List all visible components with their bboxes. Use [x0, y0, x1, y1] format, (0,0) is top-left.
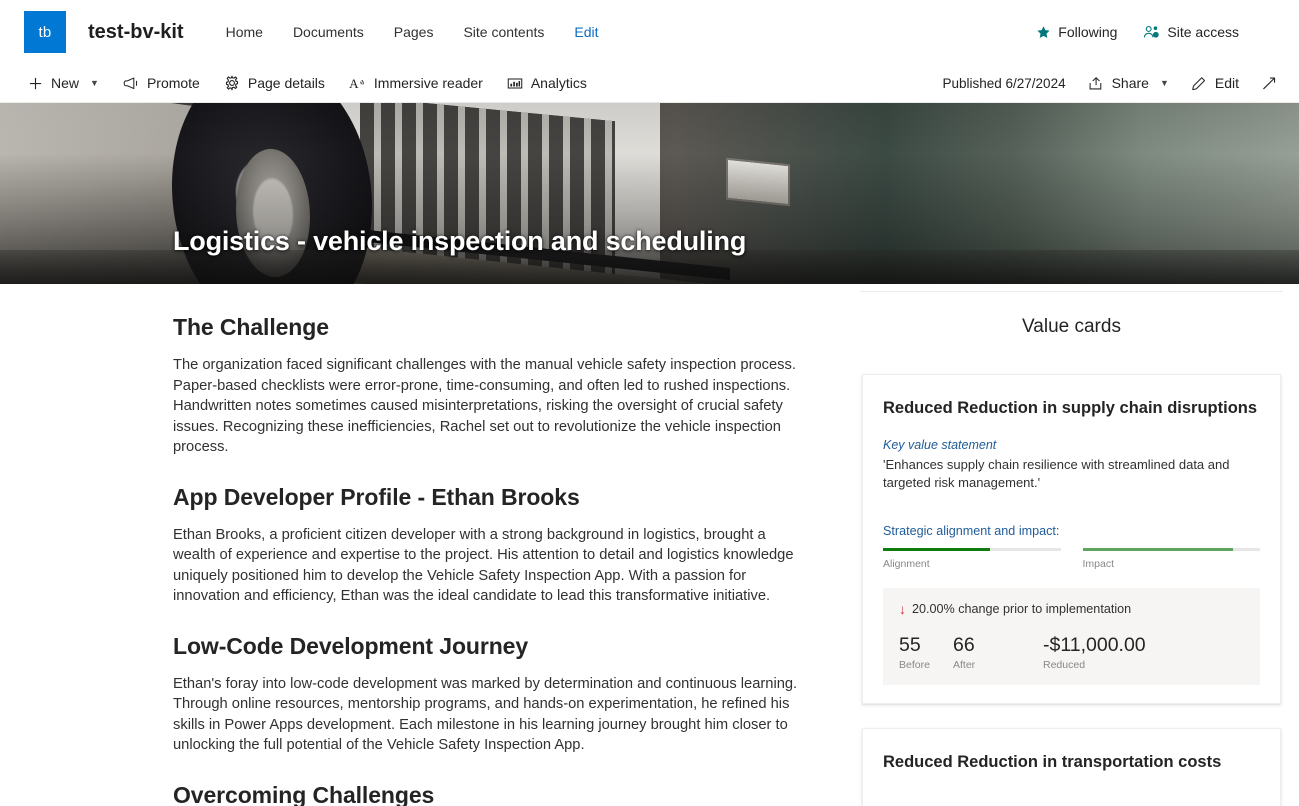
change-text: 20.00% change prior to implementation	[912, 602, 1132, 616]
metric-reduced-label: Reduced	[1043, 659, 1086, 671]
section-overcoming-challenges: Overcoming Challenges	[173, 782, 800, 806]
promote-label: Promote	[146, 75, 200, 91]
nav-item-pages[interactable]: Pages	[394, 24, 434, 40]
value-card[interactable]: Reduced Reduction in transportation cost…	[862, 728, 1281, 806]
section-body: Ethan's foray into low-code development …	[173, 675, 798, 754]
value-cards-webpart: Value cards Reduced Reduction in supply …	[860, 291, 1283, 806]
share-button[interactable]: Share ▼	[1088, 75, 1169, 91]
nav-item-documents[interactable]: Documents	[293, 24, 364, 40]
metric-reduced: -$11,000.00 Reduced	[1043, 634, 1246, 671]
section-heading: The Challenge	[173, 314, 329, 340]
site-access-button[interactable]: Site access	[1143, 24, 1239, 40]
plus-icon	[28, 76, 43, 91]
metric-after-label: After	[953, 659, 976, 671]
analytics-label: Analytics	[530, 75, 587, 91]
impact-bar-caption: Impact	[1082, 558, 1115, 570]
section-heading: App Developer Profile - Ethan Brooks	[173, 483, 580, 510]
command-bar-right: Published 6/27/2024 Share ▼ Edit	[942, 75, 1283, 91]
chevron-down-icon[interactable]: ▼	[90, 78, 99, 88]
immersive-reader-button[interactable]: A Immersive reader	[349, 75, 483, 91]
impact-bar-group: Impact	[1082, 548, 1260, 570]
nav-item-site-contents[interactable]: Site contents	[463, 24, 544, 40]
site-header: tb test-bv-kit Home Documents Pages Site…	[0, 0, 1299, 64]
metric-reduced-value: -$11,000.00	[1043, 634, 1146, 656]
following-button[interactable]: Following	[1036, 24, 1117, 40]
alignment-bar-track	[883, 548, 1061, 551]
page-title: Logistics - vehicle inspection and sched…	[173, 226, 747, 256]
value-card-title: Reduced Reduction in transportation cost…	[883, 753, 1222, 771]
alignment-impact-bars: Alignment Impact	[883, 548, 1260, 570]
people-icon	[1143, 25, 1160, 40]
gear-icon	[224, 75, 240, 91]
section-body: The organization faced significant chall…	[173, 357, 796, 455]
main-content-column: The Challenge The organization faced sig…	[0, 284, 840, 806]
share-icon	[1088, 76, 1104, 91]
alignment-bar-caption: Alignment	[883, 558, 930, 570]
chevron-down-icon[interactable]: ▼	[1160, 78, 1169, 88]
page-details-button[interactable]: Page details	[224, 75, 325, 91]
star-icon	[1036, 25, 1051, 40]
new-label: New	[51, 75, 80, 91]
expand-button[interactable]	[1261, 76, 1277, 91]
strategic-alignment-label: Strategic alignment and impact:	[883, 524, 1060, 538]
metric-after: 66 After	[953, 634, 1043, 671]
header-actions: Following Site access	[1036, 24, 1283, 40]
metric-before-label: Before	[899, 659, 930, 671]
alignment-bar-fill	[883, 548, 990, 551]
site-title[interactable]: test-bv-kit	[88, 21, 184, 44]
section-body: Ethan Brooks, a proficient citizen devel…	[173, 526, 794, 605]
following-label: Following	[1058, 24, 1118, 40]
value-cards-heading: Value cards	[1022, 316, 1121, 337]
value-card-metrics: ↓ 20.00% change prior to implementation …	[883, 588, 1260, 685]
site-access-label: Site access	[1167, 24, 1239, 40]
section-heading: Overcoming Challenges	[173, 781, 435, 806]
metric-before: 55 Before	[899, 634, 953, 671]
section-low-code-development-journey: Low-Code Development Journey Ethan's for…	[173, 633, 800, 756]
immersive-reader-icon: A	[349, 76, 366, 91]
expand-diagonal-icon	[1261, 76, 1277, 91]
share-label: Share	[1111, 75, 1149, 91]
nav-item-home[interactable]: Home	[226, 24, 263, 40]
svg-text:A: A	[349, 76, 359, 91]
megaphone-icon	[123, 76, 139, 91]
metric-before-value: 55	[899, 634, 921, 656]
change-indicator: ↓ 20.00% change prior to implementation	[899, 602, 1246, 616]
pencil-icon	[1191, 76, 1207, 91]
impact-bar-track	[1082, 548, 1260, 551]
immersive-reader-label: Immersive reader	[373, 75, 483, 91]
published-status: Published 6/27/2024	[942, 75, 1066, 91]
alignment-bar-group: Alignment	[883, 548, 1061, 570]
nav-item-edit[interactable]: Edit	[574, 24, 598, 40]
key-value-statement-text: 'Enhances supply chain resilience with s…	[883, 457, 1230, 490]
promote-button[interactable]: Promote	[123, 75, 200, 91]
value-cards-column: Value cards Reduced Reduction in supply …	[840, 284, 1299, 806]
analytics-icon	[507, 76, 523, 91]
edit-label: Edit	[1214, 75, 1239, 91]
site-logo-text: tb	[38, 23, 52, 41]
edit-button[interactable]: Edit	[1191, 75, 1239, 91]
value-card[interactable]: Reduced Reduction in supply chain disrup…	[862, 374, 1281, 704]
value-card-title: Reduced Reduction in supply chain disrup…	[883, 399, 1258, 417]
section-app-developer-profile: App Developer Profile - Ethan Brooks Eth…	[173, 484, 800, 607]
impact-bar-fill	[1082, 548, 1234, 551]
command-bar: New ▼ Promote Page details A Immersive r…	[0, 64, 1299, 103]
hero-banner: Logistics - vehicle inspection and sched…	[0, 103, 1299, 284]
key-value-statement-label: Key value statement	[883, 438, 997, 452]
metric-row: 55 Before 66 After -$11,000.00 Reduced	[899, 634, 1246, 671]
page-details-label: Page details	[247, 75, 325, 91]
site-logo[interactable]: tb	[24, 11, 66, 53]
section-heading: Low-Code Development Journey	[173, 632, 529, 659]
arrow-down-icon: ↓	[899, 601, 906, 617]
section-the-challenge: The Challenge The organization faced sig…	[173, 314, 800, 458]
analytics-button[interactable]: Analytics	[507, 75, 587, 91]
new-button[interactable]: New ▼	[28, 75, 99, 91]
page-body: The Challenge The organization faced sig…	[0, 284, 1299, 806]
top-navigation: Home Documents Pages Site contents Edit	[226, 24, 599, 40]
metric-after-value: 66	[953, 634, 975, 656]
